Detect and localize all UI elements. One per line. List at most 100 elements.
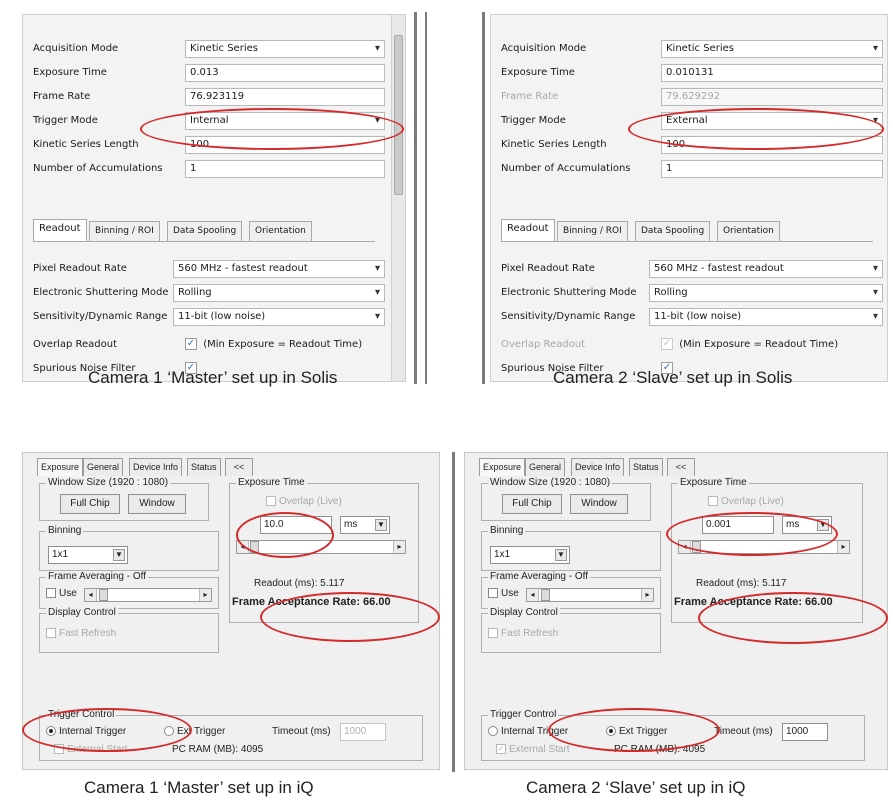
field-row: Kinetic Series Length 100 [33, 135, 385, 154]
tab-status[interactable]: Status [187, 458, 221, 476]
field-input[interactable]: 79.629292 [661, 88, 883, 106]
fast-refresh-checkbox[interactable] [488, 628, 498, 639]
field-label: Exposure Time [33, 67, 107, 78]
field-row: Kinetic Series Length 100 [501, 135, 883, 154]
overlap-readout-checkbox[interactable]: ✓ [661, 338, 673, 350]
external-start-checkbox[interactable]: ✓ [496, 744, 506, 755]
exposure-slider[interactable]: ◂ ▸ [678, 540, 850, 554]
field-dropdown[interactable]: Internal [185, 112, 385, 130]
full-chip-button[interactable]: Full Chip [60, 494, 120, 514]
field-dropdown[interactable]: External [661, 112, 883, 130]
exposure-slider[interactable]: ◂ ▸ [236, 540, 406, 554]
readout-dropdown[interactable]: 560 MHz - fastest readout [649, 260, 883, 278]
exposure-time-group: Exposure Time Overlap (Live) 10.0 ms ▼ ◂ ▸… [229, 477, 419, 623]
field-dropdown[interactable]: Kinetic Series [185, 40, 385, 58]
internal-trigger-radio[interactable]: Internal Trigger [488, 726, 568, 737]
readout-dropdown[interactable]: Rolling [649, 284, 883, 302]
tab-data-spooling[interactable]: Data Spooling [635, 221, 711, 241]
tab-readout[interactable]: Readout [501, 219, 555, 241]
field-label: Acquisition Mode [33, 43, 119, 54]
use-checkbox[interactable] [488, 588, 498, 599]
tab-exposure[interactable]: Exposure [479, 458, 526, 476]
tab-binning-roi[interactable]: Binning / ROI [89, 221, 160, 241]
readout-dropdown[interactable]: 11-bit (low noise) [173, 308, 385, 326]
trigger-control-title: Trigger Control [488, 709, 559, 720]
readout-row: Pixel Readout Rate 560 MHz - fastest read… [33, 259, 385, 278]
readout-dropdown[interactable]: 11-bit (low noise) [649, 308, 883, 326]
overlap-live-checkbox[interactable] [266, 496, 276, 507]
field-label: Trigger Mode [33, 115, 98, 126]
solis-master-scrollbar[interactable] [391, 15, 405, 381]
field-input[interactable]: 100 [661, 136, 883, 154]
internal-trigger-radio[interactable]: Internal Trigger [46, 726, 126, 737]
frame-averaging-title: Frame Averaging - Off [488, 571, 591, 582]
tab-data-spooling[interactable]: Data Spooling [167, 221, 243, 241]
readout-row: Sensitivity/Dynamic Range 11-bit (low noi… [33, 307, 385, 326]
tab-general[interactable]: General [83, 458, 124, 476]
tab-binning-roi[interactable]: Binning / ROI [557, 221, 628, 241]
timeout-label: Timeout (ms) [272, 726, 331, 737]
field-row: Acquisition Mode Kinetic Series [33, 39, 385, 58]
divider [414, 12, 417, 384]
frame-averaging-slider[interactable]: ◂ ▸ [526, 588, 654, 602]
collapse-tab-button[interactable]: << [667, 458, 695, 476]
field-row: Trigger Mode External [501, 111, 883, 130]
field-input[interactable]: 1 [185, 160, 385, 178]
readout-label: Electronic Shuttering Mode [33, 287, 169, 298]
overlap-live-checkbox[interactable] [708, 496, 718, 507]
display-control-title: Display Control [46, 607, 118, 618]
divider [425, 12, 427, 384]
field-input[interactable]: 100 [185, 136, 385, 154]
tab-exposure[interactable]: Exposure [37, 458, 84, 476]
field-input[interactable]: 1 [661, 160, 883, 178]
window-button[interactable]: Window [128, 494, 186, 514]
field-input[interactable]: 0.010131 [661, 64, 883, 82]
exposure-unit-select[interactable]: ms ▼ [782, 516, 832, 534]
readout-dropdown[interactable]: 560 MHz - fastest readout [173, 260, 385, 278]
overlap-live-label: Overlap (Live) [721, 496, 784, 507]
frame-averaging-title: Frame Averaging - Off [46, 571, 149, 582]
tab-status[interactable]: Status [629, 458, 663, 476]
tab-device-info[interactable]: Device Info [571, 458, 625, 476]
collapse-tab-button[interactable]: << [225, 458, 253, 476]
full-chip-button[interactable]: Full Chip [502, 494, 562, 514]
overlap-readout-checkbox[interactable]: ✓ [185, 338, 197, 350]
external-start-checkbox[interactable] [54, 744, 64, 755]
tab-orientation[interactable]: Orientation [249, 221, 312, 241]
field-row: Acquisition Mode Kinetic Series [501, 39, 883, 58]
pc-ram-readout: PC RAM (MB): 4095 [172, 744, 264, 755]
window-button[interactable]: Window [570, 494, 628, 514]
trigger-control-title: Trigger Control [46, 709, 117, 720]
tab-readout[interactable]: Readout [33, 219, 87, 241]
frame-averaging-slider[interactable]: ◂ ▸ [84, 588, 212, 602]
timeout-label: Timeout (ms) [714, 726, 773, 737]
ext-trigger-radio[interactable]: Ext Trigger [164, 726, 225, 737]
ext-trigger-radio[interactable]: Ext Trigger [606, 726, 667, 737]
field-label: Acquisition Mode [501, 43, 587, 54]
tab-device-info[interactable]: Device Info [129, 458, 183, 476]
exposure-time-input[interactable]: 10.0 [260, 516, 332, 534]
use-checkbox[interactable] [46, 588, 56, 599]
readout-dropdown[interactable]: Rolling [173, 284, 385, 302]
use-label: Use [59, 588, 77, 599]
field-input[interactable]: 0.013 [185, 64, 385, 82]
tab-divider [501, 241, 873, 242]
fast-refresh-checkbox[interactable] [46, 628, 56, 639]
field-input[interactable]: 76.923119 [185, 88, 385, 106]
overlap-readout-row: Overlap Readout ✓ (Min Exposure = Readou… [33, 335, 393, 354]
tab-orientation[interactable]: Orientation [717, 221, 780, 241]
frame-averaging-group: Frame Averaging - Off Use ◂ ▸ [39, 571, 219, 609]
field-label: Frame Rate [501, 91, 559, 102]
use-label: Use [501, 588, 519, 599]
field-label: Frame Rate [33, 91, 91, 102]
timeout-input[interactable]: 1000 [340, 723, 386, 741]
binning-select[interactable]: 1x1 ▼ [48, 546, 128, 564]
timeout-input[interactable]: 1000 [782, 723, 828, 741]
iq-master-panel: Exposure General Device Info Status << W… [22, 452, 440, 770]
field-dropdown[interactable]: Kinetic Series [661, 40, 883, 58]
binning-select[interactable]: 1x1 ▼ [490, 546, 570, 564]
exposure-unit-select[interactable]: ms ▼ [340, 516, 390, 534]
exposure-time-input[interactable]: 0.001 [702, 516, 774, 534]
chevron-down-icon: ▼ [555, 549, 567, 561]
tab-general[interactable]: General [525, 458, 566, 476]
